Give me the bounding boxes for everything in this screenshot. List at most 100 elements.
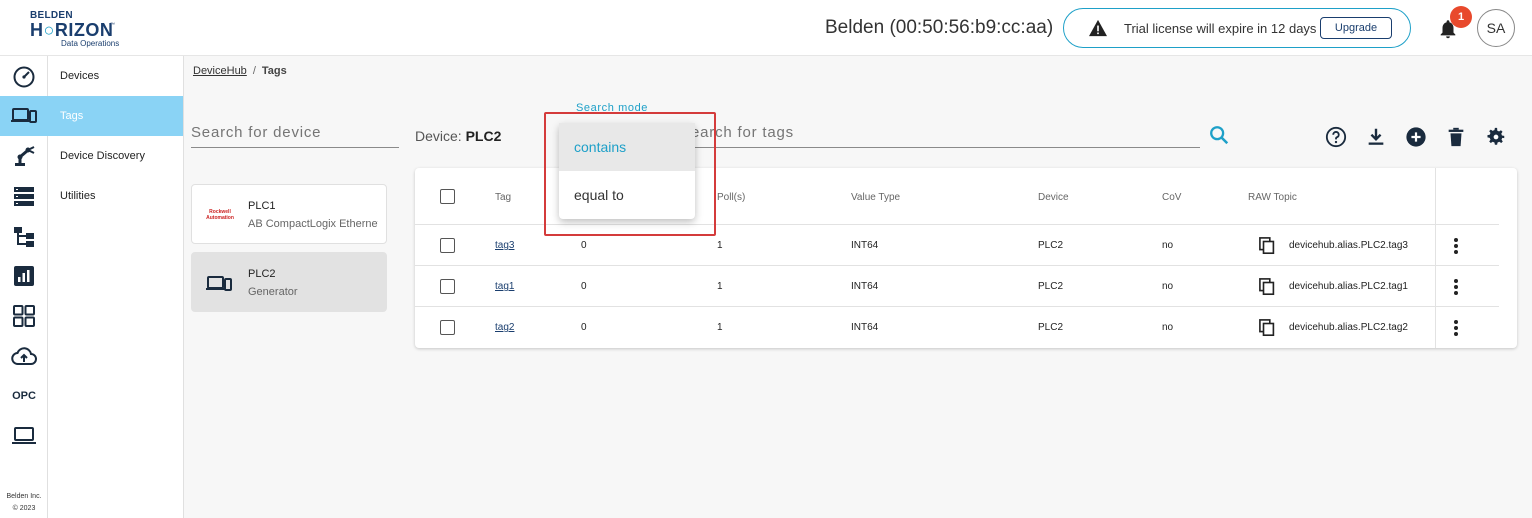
table-row[interactable]: tag1 0 1 INT64 PLC2 no devicehub.alias.P…: [415, 265, 1499, 306]
copy-icon[interactable]: [1259, 237, 1277, 255]
tag-value-type: INT64: [851, 322, 879, 333]
belden-horizon-logo[interactable]: BELDEN H○RIZON ™ Data Operations: [28, 10, 128, 50]
icon-rail: OPC Belden Inc. © 2023: [0, 56, 48, 518]
rail-device-discovery[interactable]: [0, 136, 48, 176]
tag-cov: no: [1162, 240, 1174, 251]
tag-value: 0: [581, 322, 587, 333]
search-mode-option-contains[interactable]: contains: [559, 123, 695, 171]
device-label-prefix: Device:: [415, 128, 462, 144]
device-label-name: PLC2: [465, 128, 502, 144]
search-icon[interactable]: [1208, 124, 1230, 146]
hierarchy-icon: [14, 227, 34, 247]
add-icon[interactable]: [1405, 126, 1427, 148]
warning-icon: [1089, 19, 1107, 37]
sidebar-item-device-discovery[interactable]: Device Discovery: [48, 136, 183, 176]
sidebar-item-devices[interactable]: Devices: [48, 56, 183, 96]
rail-tags[interactable]: [0, 96, 48, 136]
speedometer-icon: [13, 66, 35, 88]
column-header-cov[interactable]: CoV: [1162, 192, 1181, 203]
table-row[interactable]: tag3 0 1 INT64 PLC2 no devicehub.alias.P…: [415, 224, 1499, 265]
tag-poll: 1: [717, 281, 723, 292]
logo-horizon-o: ○: [43, 20, 55, 40]
table-row[interactable]: tag2 0 1 INT64 PLC2 no devicehub.alias.P…: [415, 306, 1499, 347]
download-icon[interactable]: [1365, 126, 1387, 148]
sidebar-item-utilities[interactable]: Utilities: [48, 176, 183, 216]
column-header-value-type[interactable]: Value Type: [851, 192, 900, 203]
tag-link[interactable]: tag2: [495, 322, 514, 333]
rail-cloud-upload[interactable]: [0, 336, 48, 376]
tag-link[interactable]: tag3: [495, 240, 514, 251]
logo-data-operations-text: Data Operations: [61, 39, 120, 48]
tag-link[interactable]: tag1: [495, 281, 514, 292]
rail-opc[interactable]: OPC: [0, 376, 48, 416]
delete-icon[interactable]: [1445, 126, 1467, 148]
device-card-plc2[interactable]: PLC2 Generator: [191, 252, 387, 312]
cloud-upload-icon: [11, 347, 37, 365]
search-mode-option-equal-to[interactable]: equal to: [559, 171, 695, 219]
trial-license-banner: Trial license will expire in 12 days Upg…: [1063, 8, 1411, 48]
copy-icon[interactable]: [1259, 319, 1277, 337]
tag-raw-topic: devicehub.alias.PLC2.tag3: [1289, 240, 1408, 251]
more-options-icon[interactable]: [1453, 237, 1459, 255]
rail-dashboard[interactable]: [0, 56, 48, 96]
search-mode-label: Search mode: [576, 102, 649, 114]
rail-laptop[interactable]: [0, 416, 48, 456]
apps-grid-icon: [13, 305, 35, 327]
tag-value-type: INT64: [851, 281, 879, 292]
rail-analytics[interactable]: [0, 256, 48, 296]
copy-icon[interactable]: [1259, 278, 1277, 296]
tag-value-type: INT64: [851, 240, 879, 251]
breadcrumb-devicehub[interactable]: DeviceHub: [193, 65, 247, 77]
breadcrumb-separator: /: [252, 65, 256, 77]
column-header-tag[interactable]: Tag: [495, 192, 511, 203]
row-checkbox[interactable]: [440, 238, 455, 253]
device-title: Belden (00:50:56:b9:cc:aa): [825, 17, 1054, 38]
device-description: AB CompactLogix Ethernet: [248, 218, 378, 230]
tag-poll: 1: [717, 240, 723, 251]
notification-badge[interactable]: 1: [1450, 6, 1472, 28]
footer-copyright: © 2023: [12, 505, 36, 512]
rail-hierarchy[interactable]: [0, 216, 48, 256]
more-options-icon[interactable]: [1453, 319, 1459, 337]
trial-license-text: Trial license will expire in 12 days: [1124, 21, 1317, 36]
device-name: PLC1: [248, 200, 276, 212]
selected-device-label: Device: PLC2: [415, 128, 501, 144]
search-mode-dropdown: contains equal to: [559, 123, 695, 219]
column-header-device[interactable]: Device: [1038, 192, 1069, 203]
laptop-icon: [12, 427, 36, 444]
tag-raw-topic: devicehub.alias.PLC2.tag2: [1289, 322, 1408, 333]
logo-horizon-text: H○RIZON: [30, 20, 113, 41]
tag-device: PLC2: [1038, 322, 1064, 333]
opc-label: OPC: [12, 390, 36, 402]
logo-trademark: ™: [110, 22, 115, 28]
column-header-raw-topic[interactable]: RAW Topic: [1248, 192, 1297, 203]
rail-apps[interactable]: [0, 296, 48, 336]
app-header: BELDEN H○RIZON ™ Data Operations Belden …: [0, 0, 1532, 56]
tag-cov: no: [1162, 322, 1174, 333]
robot-arm-icon: [15, 146, 35, 166]
devices-icon: [11, 108, 37, 123]
logo-horizon-rest: RIZON: [54, 20, 114, 40]
column-header-poll[interactable]: Poll(s): [717, 192, 745, 203]
device-search-input[interactable]: [191, 118, 399, 148]
upgrade-button[interactable]: Upgrade: [1320, 17, 1392, 39]
bar-chart-icon: [14, 266, 34, 286]
user-avatar[interactable]: SA: [1477, 9, 1515, 47]
tag-device: PLC2: [1038, 281, 1064, 292]
row-checkbox[interactable]: [440, 320, 455, 335]
sidebar-menu: Devices Tags Device Discovery Utilities: [48, 56, 184, 518]
help-icon[interactable]: [1325, 126, 1347, 148]
rockwell-automation-logo: Rockwell Automation: [206, 209, 234, 221]
rail-servers[interactable]: [0, 176, 48, 216]
footer-company: Belden Inc.: [6, 493, 42, 500]
sidebar-item-tags[interactable]: Tags: [48, 96, 183, 136]
row-checkbox[interactable]: [440, 279, 455, 294]
device-card-plc1[interactable]: Rockwell Automation PLC1 AB CompactLogix…: [191, 184, 387, 244]
more-options-icon[interactable]: [1453, 278, 1459, 296]
gear-icon[interactable]: [1485, 126, 1507, 148]
tag-value: 0: [581, 240, 587, 251]
select-all-checkbox[interactable]: [440, 189, 455, 204]
tag-value: 0: [581, 281, 587, 292]
breadcrumb-current: Tags: [261, 65, 287, 77]
tag-poll: 1: [717, 322, 723, 333]
